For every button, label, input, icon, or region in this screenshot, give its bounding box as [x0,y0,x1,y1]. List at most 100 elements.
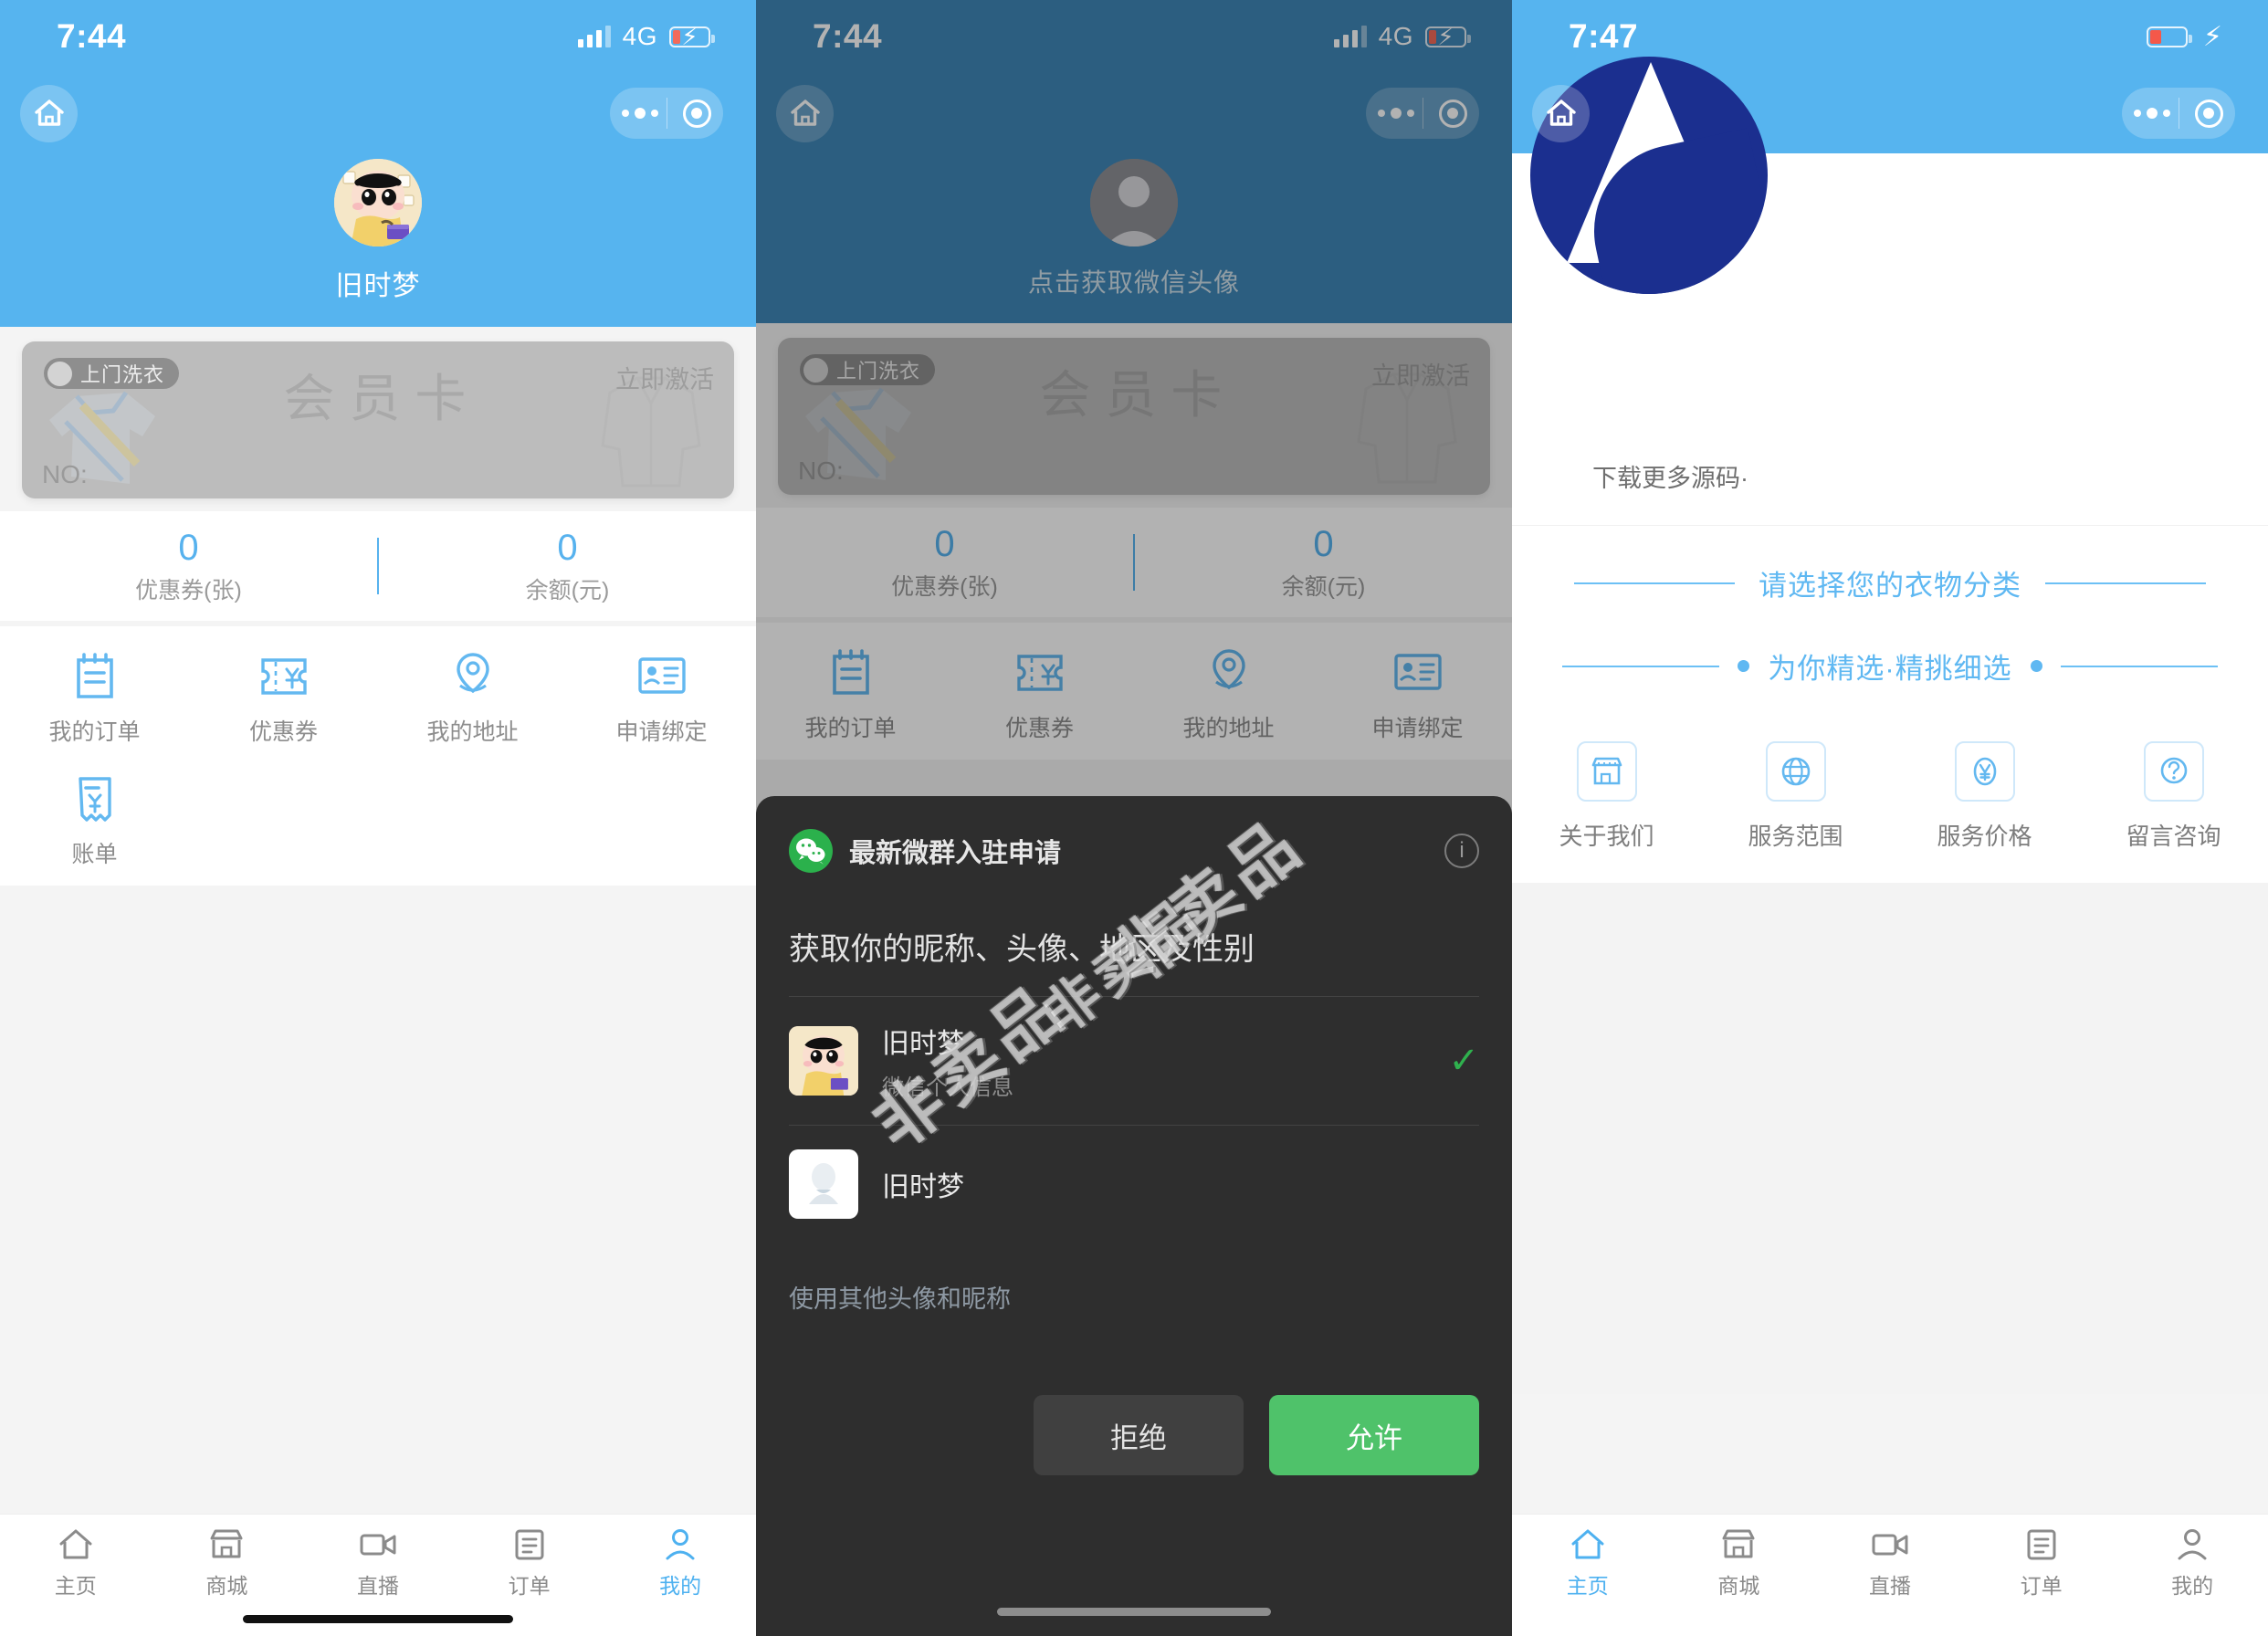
section-title: 为你精选·精挑细选 [1768,653,2012,685]
stat-balance[interactable]: 0 余额(元) [379,527,756,605]
modal-app-name: 最新微群入驻申请 [849,839,1062,868]
home-button[interactable] [1532,84,1590,142]
tab-label: 商城 [205,1574,248,1598]
tab-profile[interactable]: 我的 [2116,1527,2268,1599]
service-label: 服务价格 [1937,823,2032,850]
tab-shop[interactable]: 商城 [152,1527,303,1599]
menu-item-orders[interactable]: 我的订单 [0,648,189,747]
member-card[interactable]: 上门洗衣 会员卡 立即激活 NO: [22,341,734,498]
tab-label: 直播 [356,1574,399,1598]
bottom-tabbar: 主页 商城 直播 订单 我的 [1512,1514,2268,1636]
tab-home[interactable]: 主页 [1512,1527,1664,1599]
status-clock: 7:44 [57,17,127,55]
tab-label: 我的 [659,1574,702,1598]
divider-dot [2030,660,2042,672]
content-spacer [1512,883,2268,1394]
stat-balance-label: 余额(元) [525,578,610,603]
capsule-menu[interactable] [610,88,723,139]
divider-line [1562,665,1720,667]
use-other-avatar-link[interactable]: 使用其他头像和昵称 [789,1279,1479,1315]
receipt-icon [73,771,117,827]
service-label: 关于我们 [1559,823,1654,850]
modal-header: 最新微群入驻申请 i [789,829,1479,873]
modal-actions: 拒绝 允许 [789,1395,1479,1475]
tab-label: 订单 [508,1574,551,1598]
divider-dot [1738,660,1750,672]
mini-program-nav [0,73,756,153]
wechat-auth-modal: 最新微群入驻申请 i 获取你的昵称、头像、地区及性别 旧时梦 微信个人信息 ✓ … [756,796,1512,1636]
tab-home[interactable]: 主页 [0,1527,152,1599]
home-icon [1546,100,1576,126]
panel-authorization: 7:44 4G ⚡ 点击获取微信头像 上门洗衣 会员卡 立即激活 NO: 0 优… [756,0,1512,1636]
menu-item-bind[interactable]: 申请绑定 [567,648,756,747]
section-heading-picks: 为你精选·精挑细选 [1512,603,2268,725]
tab-orders[interactable]: 订单 [454,1527,605,1599]
shop-icon [210,1529,243,1558]
home-button[interactable] [20,84,78,142]
check-icon: ✓ [1448,1041,1479,1081]
home-icon [34,100,64,126]
battery-charging-icon: ⚡ [669,25,715,48]
home-icon [1571,1529,1604,1559]
stat-coupons[interactable]: 0 优惠券(张) [0,527,377,605]
menu-item-bills[interactable]: 账单 [0,771,189,869]
allow-button[interactable]: 允许 [1269,1395,1479,1475]
menu-label: 账单 [71,842,118,867]
service-consult[interactable]: 留言咨询 [2079,741,2268,852]
auth-account-text: 旧时梦 微信个人信息 [882,1021,1424,1101]
panel-home: 7:47 ⚡ 下载更多源码· 请选择您的衣物分类 为你精选·精挑细选 关于我们 … [1512,0,2268,1636]
status-indicators: ⚡ [2146,21,2222,53]
tab-live[interactable]: 直播 [1814,1527,1966,1599]
ios-home-indicator [243,1615,513,1623]
info-icon[interactable]: i [1444,834,1479,868]
card-badge-label: 上门洗衣 [80,363,165,386]
member-card-section: 上门洗衣 会员卡 立即激活 NO: [0,327,756,498]
tab-label: 我的 [2171,1574,2214,1598]
capsule-menu[interactable] [2122,88,2235,139]
service-label: 留言咨询 [2126,823,2221,850]
auth-account-sub: 微信个人信息 [882,1075,1013,1100]
tab-live[interactable]: 直播 [302,1527,454,1599]
target-icon[interactable] [682,99,711,128]
profile-nickname: 旧时梦 [335,271,421,301]
signal-bars-icon [577,26,611,47]
menu-label: 我的订单 [48,719,141,745]
tab-label: 主页 [1566,1574,1609,1598]
target-icon[interactable] [2194,99,2223,128]
toggle-knob-icon [47,361,72,386]
network-type-label: 4G [622,22,657,50]
card-number-label: NO: [42,460,88,488]
card-activate-button[interactable]: 立即激活 [615,360,714,395]
coupon-icon [257,648,310,705]
section-title: 请选择您的衣物分类 [1759,570,2021,602]
status-indicators: 4G ⚡ [577,22,715,51]
tab-orders[interactable]: 订单 [1966,1527,2117,1599]
auth-account-row[interactable]: 旧时梦 微信个人信息 ✓ [789,996,1479,1125]
panel-profile: 7:44 4G ⚡ 旧时梦 上门洗衣 会员卡 立即激活 NO: 0 优惠券(张)… [0,0,756,1636]
grid-menu-row-2: 账单 [0,771,756,869]
tab-profile[interactable]: 我的 [604,1527,756,1599]
menu-item-address[interactable]: 我的地址 [378,648,567,747]
card-title: 会员卡 [283,370,481,427]
service-price[interactable]: 服务价格 [1890,741,2079,852]
grid-menu-row-1: 我的订单 优惠券 我的地址 申请绑定 [0,648,756,747]
more-dots-icon[interactable] [2134,108,2171,119]
status-bar: 7:44 4G ⚡ [0,0,756,73]
more-dots-icon[interactable] [622,108,659,119]
reject-button[interactable]: 拒绝 [1034,1395,1244,1475]
grid-menu: 我的订单 优惠券 [0,626,756,886]
tab-label: 主页 [54,1574,97,1598]
menu-item-coupons[interactable]: 优惠券 [189,648,378,747]
tab-label: 直播 [1868,1574,1911,1598]
section-heading-category: 请选择您的衣物分类 [1512,526,2268,603]
divider-line [2060,665,2218,667]
list-icon [2027,1529,2056,1560]
avatar[interactable] [334,159,422,246]
auth-account-row[interactable]: 旧时梦 [789,1125,1479,1243]
stat-coupons-label: 优惠券(张) [135,578,242,603]
service-scope[interactable]: 服务范围 [1701,741,1890,852]
service-about[interactable]: 关于我们 [1512,741,1701,852]
tab-shop[interactable]: 商城 [1664,1527,1815,1599]
tab-label: 商城 [1717,1574,1760,1598]
service-label: 服务范围 [1748,823,1843,850]
